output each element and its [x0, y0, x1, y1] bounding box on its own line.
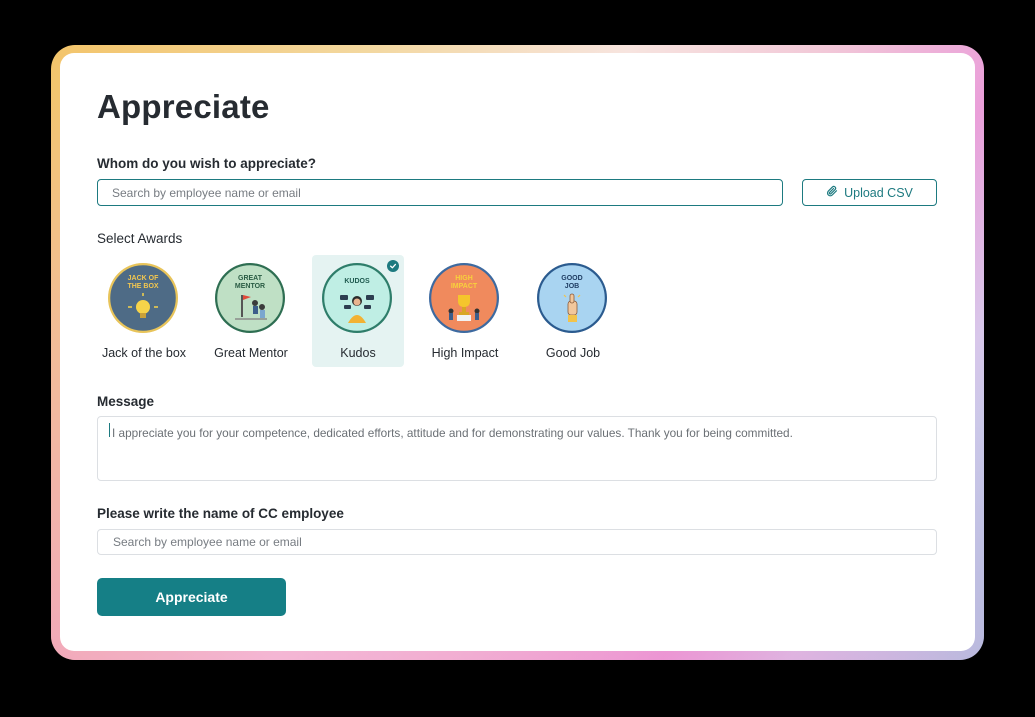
- cc-search-input[interactable]: [113, 534, 923, 550]
- svg-text:IMPACT: IMPACT: [451, 283, 478, 290]
- page-title: Appreciate: [97, 88, 270, 125]
- award-name: Jack of the box: [101, 346, 187, 360]
- award-kudos[interactable]: KUDOS Kudos: [312, 255, 404, 367]
- award-name: High Impact: [431, 346, 499, 360]
- appreciate-button[interactable]: Appreciate: [97, 578, 286, 616]
- svg-text:GOOD: GOOD: [561, 275, 582, 282]
- great-mentor-badge: GREAT MENTOR: [215, 263, 285, 333]
- kudos-badge: KUDOS: [322, 263, 392, 333]
- jack-of-the-box-badge: JACK OF THE BOX: [108, 263, 178, 333]
- svg-text:MENTOR: MENTOR: [235, 283, 265, 290]
- award-name: Good Job: [545, 346, 601, 360]
- awards-label: Select Awards: [97, 231, 183, 246]
- selected-check-icon: [387, 260, 399, 272]
- high-impact-badge: HIGH IMPACT: [429, 263, 499, 333]
- svg-text:KUDOS: KUDOS: [344, 278, 370, 285]
- upload-csv-button[interactable]: Upload CSV: [802, 179, 937, 206]
- message-textarea[interactable]: I appreciate you for your competence, de…: [112, 425, 927, 473]
- recipient-search-input[interactable]: [112, 184, 772, 201]
- svg-text:JOB: JOB: [565, 283, 579, 290]
- text-cursor: [109, 423, 110, 437]
- cc-search-field[interactable]: [97, 529, 937, 555]
- paperclip-icon: [826, 185, 838, 200]
- award-name: Great Mentor: [214, 346, 288, 360]
- award-great-mentor[interactable]: GREAT MENTOR Great Mentor: [205, 255, 297, 367]
- award-name: Kudos: [340, 346, 376, 360]
- svg-text:GREAT: GREAT: [238, 275, 263, 282]
- good-job-badge: GOOD JOB: [537, 263, 607, 333]
- svg-text:HIGH: HIGH: [455, 275, 473, 282]
- svg-text:JACK OF: JACK OF: [128, 275, 159, 282]
- svg-text:THE BOX: THE BOX: [127, 283, 158, 290]
- award-good-job[interactable]: GOOD JOB Good Job: [527, 255, 619, 367]
- message-label: Message: [97, 394, 155, 409]
- message-field[interactable]: I appreciate you for your competence, de…: [97, 416, 937, 481]
- cc-label: Please write the name of CC employee: [97, 506, 344, 521]
- recipient-label: Whom do you wish to appreciate?: [97, 156, 317, 171]
- upload-csv-label: Upload CSV: [844, 185, 913, 200]
- recipient-search-field[interactable]: [97, 179, 783, 206]
- award-high-impact[interactable]: HIGH IMPACT High Impact: [419, 255, 511, 367]
- award-jack-of-the-box[interactable]: JACK OF THE BOX Jack of the box: [98, 255, 190, 367]
